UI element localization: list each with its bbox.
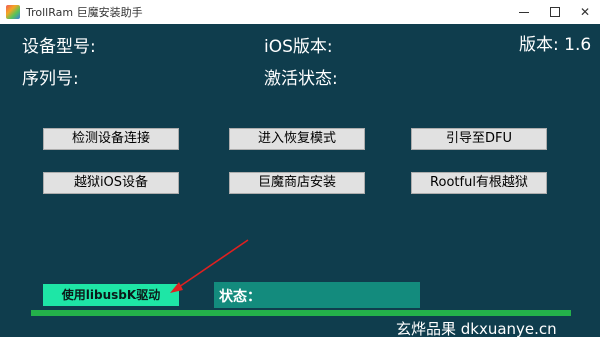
dfu-button[interactable]: 引导至DFU (411, 128, 547, 150)
jailbreak-ios-button[interactable]: 越狱iOS设备 (43, 172, 179, 194)
recovery-mode-button[interactable]: 进入恢复模式 (229, 128, 365, 150)
ios-version-label: iOS版本: (264, 37, 333, 57)
app-version-label: 版本: 1.6 (519, 35, 592, 55)
maximize-button[interactable] (540, 0, 570, 24)
minimize-icon (519, 12, 529, 13)
progress-bar (31, 310, 571, 316)
activation-status-label: 激活状态: (264, 69, 338, 89)
progress-fill (31, 310, 571, 316)
detect-device-button[interactable]: 检测设备连接 (43, 128, 179, 150)
minimize-button[interactable] (509, 0, 539, 24)
device-model-label: 设备型号: (22, 37, 96, 57)
maximize-icon (550, 7, 560, 17)
app-logo-icon (6, 5, 20, 19)
window-title: TrollRam 巨魔安装助手 (26, 6, 143, 19)
serial-number-label: 序列号: (22, 69, 79, 89)
footer-credit: 玄烨品果 dkxuanye.cn (396, 320, 557, 337)
libusbk-driver-button[interactable]: 使用libusbK驱动 (43, 284, 179, 306)
status-bar: 状态： (214, 282, 420, 308)
close-icon: ✕ (579, 5, 591, 19)
main-panel: 设备型号: iOS版本: 版本: 1.6 序列号: 激活状态: 检测设备连接 进… (0, 24, 600, 337)
title-bar: TrollRam 巨魔安装助手 ✕ (0, 0, 600, 24)
trollstore-install-button[interactable]: 巨魔商店安装 (229, 172, 365, 194)
status-label: 状态： (219, 289, 261, 305)
close-button[interactable]: ✕ (570, 0, 600, 24)
rootful-jailbreak-button[interactable]: Rootful有根越狱 (411, 172, 547, 194)
